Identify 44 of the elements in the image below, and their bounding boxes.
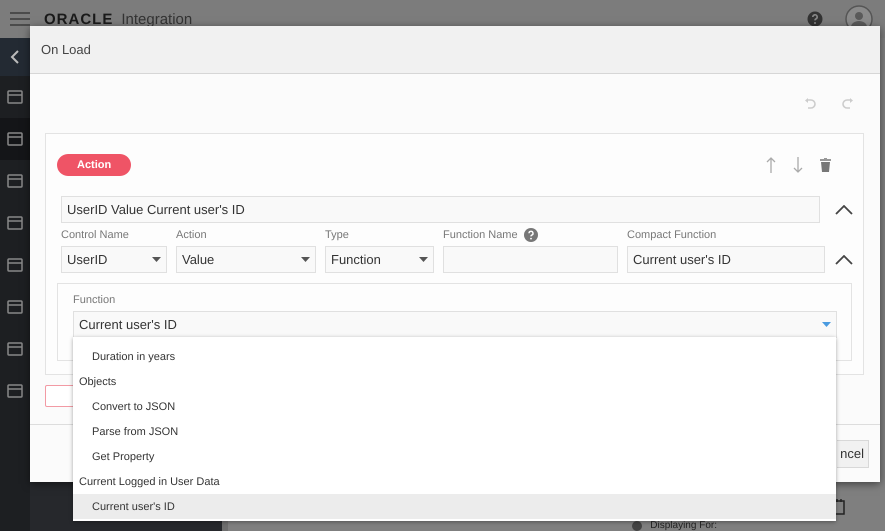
nav-icon[interactable]: [7, 257, 23, 273]
brand-logo: ORACLE: [44, 10, 114, 28]
select-field[interactable]: Value: [176, 246, 316, 273]
option-group-label: Current Logged in User Data: [78, 474, 221, 490]
dropdown-option[interactable]: Current user's ID: [73, 494, 836, 519]
caret-icon: [152, 257, 161, 262]
field-label: Control Name: [61, 229, 129, 241]
input-field[interactable]: [443, 246, 618, 273]
menu-icon[interactable]: [10, 12, 30, 26]
chevron-up-icon[interactable]: [835, 204, 853, 214]
nav-icon[interactable]: [7, 215, 23, 231]
field-label: Action: [176, 229, 207, 241]
caret-icon: [301, 257, 310, 262]
field-label: Function Name: [443, 229, 518, 241]
back-icon[interactable]: [10, 50, 20, 64]
nav-icon[interactable]: [7, 131, 23, 147]
caret-icon: [419, 257, 428, 262]
select-field[interactable]: UserID: [61, 246, 167, 273]
dropdown-option[interactable]: Convert to JSON: [73, 394, 836, 419]
help-icon[interactable]: [807, 11, 823, 27]
status-label: Displaying For:: [650, 521, 717, 531]
nav-icon[interactable]: [7, 341, 23, 357]
nav-icon[interactable]: [7, 89, 23, 105]
nav-icon[interactable]: [7, 299, 23, 315]
input-field[interactable]: Current user's ID: [627, 246, 825, 273]
trash-icon[interactable]: [820, 158, 831, 172]
nav-icon[interactable]: [7, 173, 23, 189]
nav-icon[interactable]: [7, 383, 23, 399]
caret-icon: [822, 322, 831, 327]
field-label: Compact Function: [627, 229, 716, 241]
dialog-title: On Load: [41, 42, 91, 57]
dropdown-option[interactable]: Parse from JSON: [73, 419, 836, 444]
dropdown-option[interactable]: Get Property: [73, 444, 836, 469]
chevron-up-icon[interactable]: [835, 255, 853, 265]
option-group-label: Objects: [78, 374, 118, 390]
dropdown-option[interactable]: Duration in years: [73, 344, 836, 369]
select-field[interactable]: Function: [325, 246, 434, 273]
summary-field[interactable]: UserID Value Current user's ID: [61, 196, 820, 223]
function-select[interactable]: Current user's ID: [73, 311, 837, 338]
field-label: Type: [325, 229, 349, 241]
product-name: Integration: [121, 10, 192, 28]
cancel-button[interactable]: ncel: [837, 440, 869, 468]
field-label: Function: [73, 294, 116, 308]
action-badge: Action: [57, 154, 132, 176]
